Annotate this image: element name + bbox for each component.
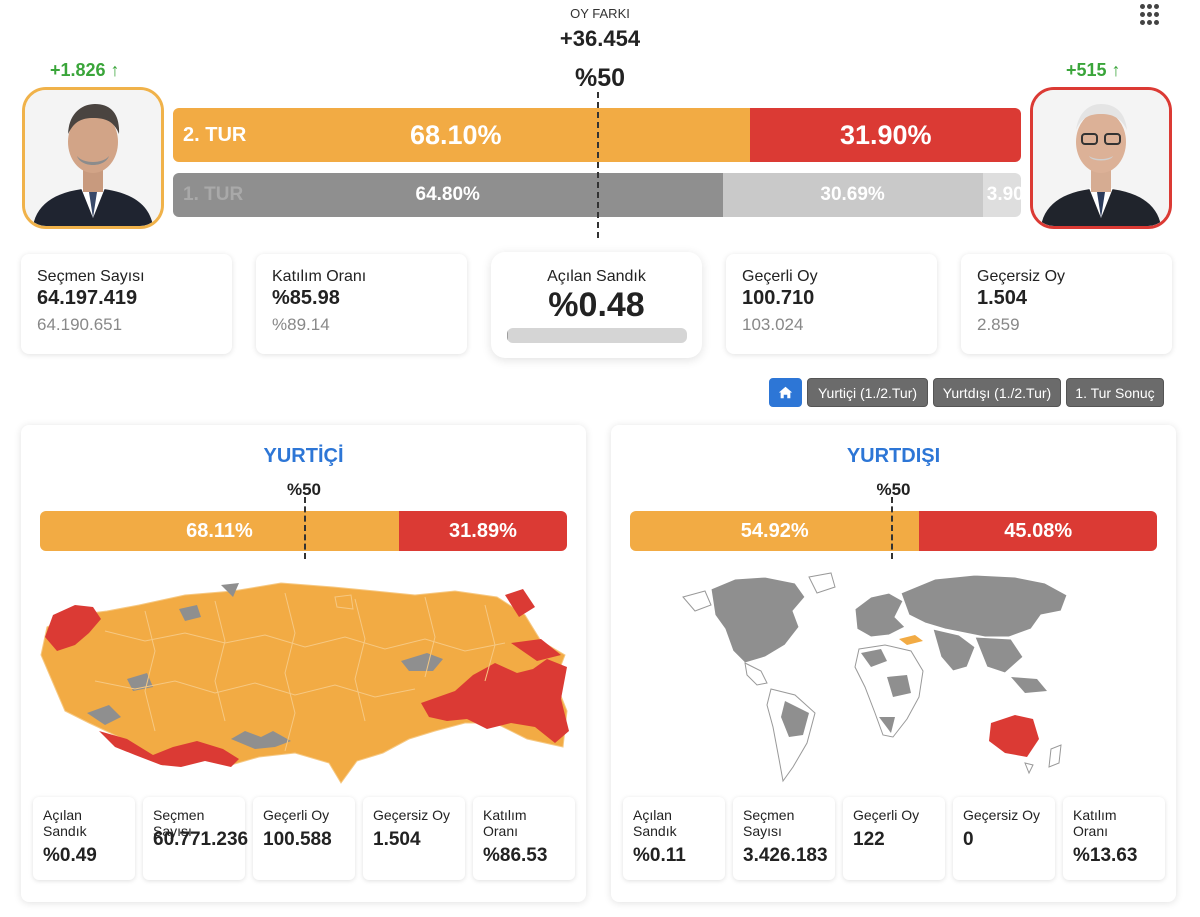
vote-difference-label: OY FARKI	[570, 6, 630, 21]
stat-valid-value: 100.710	[742, 287, 815, 309]
abroad-half-mark: %50	[876, 480, 911, 499]
domestic-right-percent: 31.89%	[449, 519, 517, 542]
stat-voters-label: Seçmen Sayısı	[37, 268, 145, 285]
home-icon	[778, 386, 793, 399]
stat-card-valid-votes: Geçerli Oy 100.710 103.024	[726, 254, 937, 354]
stat-opened-value: %0.48	[548, 286, 645, 324]
stat-voters-previous: 64.190.651	[37, 315, 123, 334]
stat-valid-previous: 103.024	[742, 315, 804, 334]
vote-difference-value: +36.454	[559, 26, 641, 51]
abroad-panel-title: YURTDIŞI	[846, 445, 941, 467]
abroad-turnout-card: Katılım Oranı %13.63	[1063, 797, 1165, 880]
abroad-fifty-line	[891, 497, 893, 559]
domestic-left-percent: 68.11%	[186, 519, 253, 542]
world-map[interactable]	[675, 567, 1095, 787]
domestic-valid-card: Geçerli Oy 100.588	[253, 797, 355, 880]
abroad-invalid-card: Geçersiz Oy 0	[953, 797, 1055, 880]
abroad-opened-card: Açılan Sandık %0.11	[623, 797, 725, 880]
domestic-turnout-label: Katılım Oranı	[483, 807, 527, 839]
round1-other-segment: 3.90	[982, 173, 1021, 217]
left-candidate-avatar	[22, 87, 164, 229]
abroad-left-segment: 54.92%	[630, 511, 920, 551]
stat-valid-label: Geçerli Oy	[742, 268, 818, 285]
abroad-turnout-label: Katılım Oranı	[1073, 807, 1117, 839]
domestic-right-segment: 31.89%	[398, 511, 567, 551]
domestic-voters-card: Seçmen Sayısı 60.771.236	[143, 797, 249, 880]
stat-invalid-value: 1.504	[977, 287, 1028, 309]
round2-left-segment: 2. TUR 68.10%	[173, 108, 751, 162]
abroad-valid-card: Geçerli Oy 122	[843, 797, 945, 880]
domestic-invalid-value: 1.504	[373, 829, 421, 850]
round1-right-percent: 30.69%	[820, 184, 885, 205]
stat-invalid-previous: 2.859	[977, 315, 1020, 334]
stat-card-voters: Seçmen Sayısı 64.197.419 64.190.651	[21, 254, 232, 354]
abroad-right-percent: 45.08%	[1004, 519, 1073, 542]
opened-boxes-progress-fill	[507, 328, 508, 343]
opened-boxes-progress	[507, 328, 687, 343]
right-candidate-gain: +515 ↑	[1066, 60, 1121, 80]
stat-invalid-label: Geçersiz Oy	[977, 268, 1066, 285]
abroad-voters-card: Seçmen Sayısı 3.426.183	[733, 797, 835, 880]
domestic-panel: YURTİÇİ %50 68.11% 31.89% Açılan Sandık …	[21, 425, 586, 902]
abroad-valid-value: 122	[853, 829, 885, 850]
domestic-left-segment: 68.11%	[40, 511, 399, 551]
abroad-filter-button[interactable]: Yurtdışı (1./2.Tur)	[933, 378, 1061, 407]
abroad-turnout-value: %13.63	[1073, 845, 1138, 866]
stat-turnout-value: %85.98	[272, 287, 340, 309]
round2-left-percent: 68.10%	[409, 119, 502, 150]
domestic-invalid-card: Geçersiz Oy 1.504	[363, 797, 465, 880]
stat-turnout-label: Katılım Oranı	[272, 268, 367, 285]
home-button[interactable]	[769, 378, 802, 407]
abroad-result-bar: 54.92% 45.08%	[630, 511, 1157, 551]
round2-right-segment: 31.90%	[750, 108, 1021, 162]
turkey-province-map[interactable]	[35, 571, 575, 791]
abroad-left-percent: 54.92%	[740, 519, 809, 542]
stat-voters-value: 64.197.419	[37, 287, 138, 309]
stat-opened-label: Açılan Sandık	[547, 268, 646, 285]
stat-card-invalid-votes: Geçersiz Oy 1.504 2.859	[961, 254, 1172, 354]
abroad-opened-value: %0.11	[633, 845, 686, 866]
stat-card-turnout: Katılım Oranı %85.98 %89.14	[256, 254, 467, 354]
grid-menu-icon[interactable]	[1140, 4, 1162, 26]
stat-turnout-previous: %89.14	[272, 315, 330, 334]
domestic-panel-title: YURTİÇİ	[263, 445, 344, 467]
stat-card-opened-boxes: Açılan Sandık %0.48	[491, 252, 702, 358]
domestic-opened-value: %0.49	[43, 845, 97, 866]
right-candidate-avatar	[1030, 87, 1172, 229]
round1-left-percent: 64.80%	[415, 184, 480, 205]
domestic-filter-button[interactable]: Yurtiçi (1./2.Tur)	[807, 378, 928, 407]
abroad-panel: YURTDIŞI %50 54.92% 45.08% Açılan Sandık…	[611, 425, 1176, 902]
left-candidate-gain: +1.826 ↑	[50, 60, 120, 80]
domestic-opened-card: Açılan Sandık %0.49	[33, 797, 135, 880]
round1-other-percent: 3.90	[986, 184, 1021, 205]
abroad-right-segment: 45.08%	[919, 511, 1157, 551]
fifty-percent-line	[597, 92, 599, 238]
abroad-voters-value: 3.426.183	[743, 845, 828, 866]
round1-left-segment: 1. TUR 64.80%	[173, 173, 723, 217]
abroad-invalid-value: 0	[963, 829, 974, 850]
domestic-voters-value: 60.771.236	[153, 829, 249, 850]
domestic-fifty-line	[304, 497, 306, 559]
abroad-opened-label: Açılan Sandık	[633, 807, 677, 839]
domestic-turnout-card: Katılım Oranı %86.53	[473, 797, 575, 880]
domestic-valid-value: 100.588	[263, 829, 332, 850]
first-round-result-button[interactable]: 1. Tur Sonuç	[1066, 378, 1164, 407]
domestic-opened-label: Açılan Sandık	[43, 807, 87, 839]
round1-right-segment: 30.69%	[722, 173, 983, 217]
round2-right-percent: 31.90%	[839, 119, 932, 150]
domestic-turnout-value: %86.53	[483, 845, 548, 866]
abroad-voters-label: Seçmen Sayısı	[743, 807, 795, 839]
half-mark-label: %50	[574, 64, 626, 92]
